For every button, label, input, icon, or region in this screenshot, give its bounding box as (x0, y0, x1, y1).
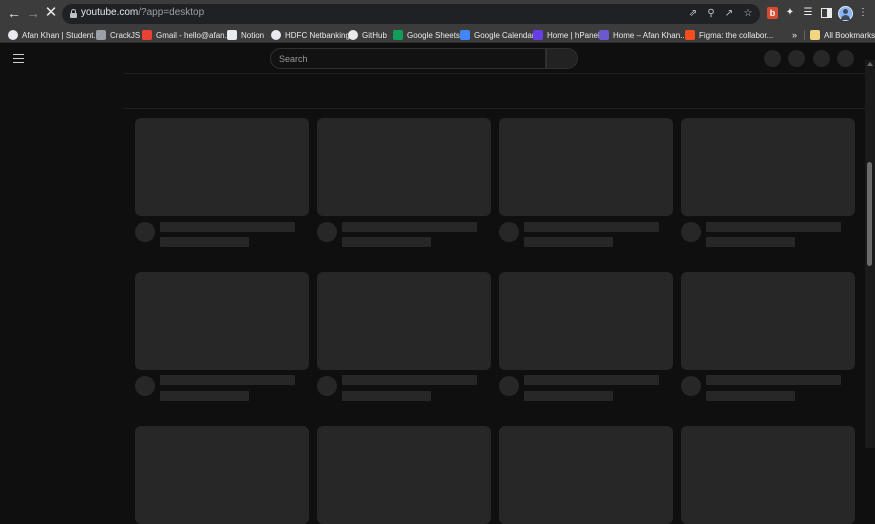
figma-icon (685, 30, 695, 40)
channel-avatar-skeleton (317, 222, 337, 242)
header-action-placeholder[interactable] (788, 50, 805, 67)
search-input[interactable]: Search (270, 48, 546, 69)
bookmark-item[interactable]: Afan Khan | Student... (8, 29, 100, 41)
meta-skeleton (524, 391, 613, 401)
bookmark-item[interactable]: HDFC Netbanking (271, 29, 350, 41)
media-controls-icon[interactable]: ☰ (801, 6, 815, 20)
more-bookmarks-chevron-icon[interactable]: » (792, 29, 797, 41)
header-action-placeholder[interactable] (764, 50, 781, 67)
page-scrollbar[interactable] (865, 60, 875, 448)
lock-icon[interactable] (70, 9, 77, 18)
bookmark-item[interactable]: Home | hPanel (533, 29, 600, 41)
zoom-icon[interactable]: ⚲ (704, 7, 718, 21)
meta-skeleton (342, 237, 431, 247)
bookmark-favicon-icon (96, 30, 106, 40)
video-thumbnail-skeleton (681, 272, 855, 370)
header-action-placeholder[interactable] (813, 50, 830, 67)
bookmark-star-icon[interactable]: ☆ (741, 7, 755, 21)
title-skeleton (342, 222, 477, 232)
channel-avatar-skeleton (317, 376, 337, 396)
menu-hamburger-icon[interactable] (13, 54, 24, 64)
video-thumbnail-skeleton (681, 118, 855, 216)
hpanel-icon (533, 30, 543, 40)
youtube-page: Search (0, 44, 875, 524)
gmail-icon (142, 30, 152, 40)
channel-avatar-skeleton (499, 222, 519, 242)
video-thumbnail-skeleton (499, 118, 673, 216)
channel-avatar-skeleton (681, 222, 701, 242)
title-skeleton (524, 375, 659, 385)
video-thumbnail-skeleton (135, 118, 309, 216)
bookmark-item[interactable]: Figma: the collabor... (685, 29, 773, 41)
channel-avatar-skeleton (135, 376, 155, 396)
notion-icon (227, 30, 237, 40)
side-panel-icon[interactable] (821, 8, 832, 18)
extension-b-icon[interactable]: b (767, 7, 778, 19)
github-icon (348, 30, 358, 40)
channel-avatar-skeleton (135, 222, 155, 242)
google-calendar-icon (460, 30, 470, 40)
meta-skeleton (342, 391, 431, 401)
address-bar[interactable]: youtube.com/?app=desktop ⇗ ⚲ ↗ ☆ (62, 4, 760, 24)
bookmark-item[interactable]: CrackJS (96, 29, 140, 41)
title-skeleton (706, 222, 841, 232)
url-text[interactable]: youtube.com/?app=desktop (81, 7, 204, 18)
bookmark-favicon-icon (8, 30, 18, 40)
scrollbar-thumb[interactable] (867, 162, 872, 266)
bookmark-item[interactable]: Google Calendar (460, 29, 534, 41)
title-skeleton (342, 375, 477, 385)
meta-skeleton (706, 391, 795, 401)
chrome-menu-icon[interactable]: ⋮ (856, 6, 870, 20)
stop-loading-icon[interactable]: ✕ (42, 4, 60, 22)
title-skeleton (160, 375, 295, 385)
browser-toolbar: ← → ✕ youtube.com/?app=desktop ⇗ ⚲ ↗ ☆ b… (0, 0, 875, 27)
video-thumbnail-skeleton (317, 426, 491, 524)
all-bookmarks-item[interactable]: All Bookmarks (810, 29, 875, 41)
hdfc-icon (271, 30, 281, 40)
video-thumbnail-skeleton (681, 426, 855, 524)
video-thumbnail-skeleton (499, 426, 673, 524)
bookmark-item[interactable]: Gmail - hello@afan... (142, 29, 231, 41)
profile-avatar-icon[interactable] (838, 6, 853, 21)
bookmarks-divider (804, 30, 805, 40)
video-thumbnail-skeleton (317, 118, 491, 216)
meta-skeleton (160, 391, 249, 401)
search-button[interactable] (546, 48, 578, 69)
title-skeleton (160, 222, 295, 232)
folder-icon (810, 30, 820, 40)
title-skeleton (706, 375, 841, 385)
google-sheets-icon (393, 30, 403, 40)
bookmark-item[interactable]: Home – Afan Khan... (599, 29, 687, 41)
channel-avatar-skeleton (681, 376, 701, 396)
forward-arrow-icon[interactable]: → (24, 4, 42, 22)
bookmark-item[interactable]: Google Sheets (393, 29, 460, 41)
channel-avatar-skeleton (499, 376, 519, 396)
bookmark-item[interactable]: Notion (227, 29, 264, 41)
chips-divider (124, 108, 866, 109)
header-divider (124, 73, 866, 74)
share-icon[interactable]: ↗ (722, 7, 736, 21)
meta-skeleton (706, 237, 795, 247)
meta-skeleton (524, 237, 613, 247)
url-host: youtube.com (81, 7, 139, 18)
extensions-puzzle-icon[interactable]: ✦ (783, 6, 797, 20)
video-thumbnail-skeleton (135, 272, 309, 370)
url-path: /?app=desktop (138, 7, 205, 18)
scroll-up-arrow-icon[interactable] (867, 62, 873, 66)
bookmarks-bar: Afan Khan | Student... CrackJS Gmail - h… (0, 27, 875, 43)
bookmark-item[interactable]: GitHub (348, 29, 387, 41)
search-placeholder: Search (279, 54, 308, 64)
video-thumbnail-skeleton (135, 426, 309, 524)
open-in-app-icon[interactable]: ⇗ (686, 7, 700, 21)
header-action-placeholder[interactable] (837, 50, 854, 67)
video-thumbnail-skeleton (317, 272, 491, 370)
home-s-icon (599, 30, 609, 40)
title-skeleton (524, 222, 659, 232)
meta-skeleton (160, 237, 249, 247)
back-arrow-icon[interactable]: ← (5, 4, 23, 22)
video-thumbnail-skeleton (499, 272, 673, 370)
